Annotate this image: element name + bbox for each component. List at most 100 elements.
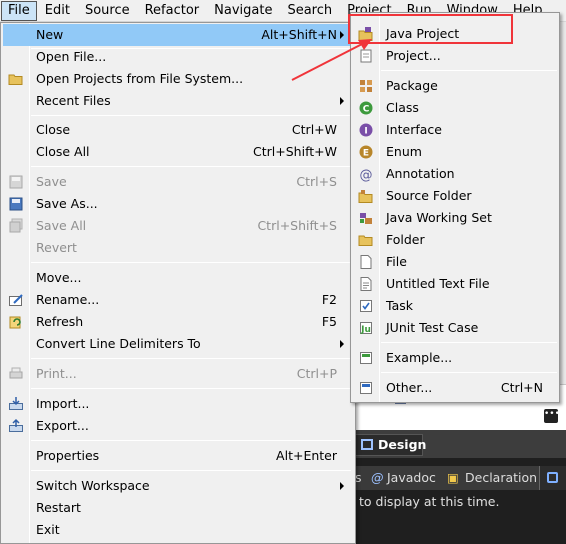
declaration-icon: ▣	[447, 470, 459, 485]
new-menu-class[interactable]: C Class	[353, 97, 557, 119]
annotation-highlight-box	[348, 14, 513, 44]
save-as-icon	[9, 197, 23, 211]
other-icon	[360, 382, 372, 394]
file-menu-refresh[interactable]: Refresh F5	[3, 311, 353, 333]
file-menu-exit[interactable]: Exit	[3, 519, 353, 541]
enum-icon: E	[359, 145, 373, 159]
new-menu-package[interactable]: Package	[353, 75, 557, 97]
example-icon	[360, 352, 372, 364]
file-menu-export[interactable]: Export...	[3, 415, 353, 437]
new-menu-java-working-set[interactable]: Java Working Set	[353, 207, 557, 229]
file-menu-close-all[interactable]: Close All Ctrl+Shift+W	[3, 141, 353, 163]
file-menu-rename[interactable]: Rename... F2	[3, 289, 353, 311]
panel-empty-message: to display at this time.	[359, 494, 500, 509]
svg-text:E: E	[363, 149, 369, 159]
menu-navigate[interactable]: Navigate	[207, 1, 279, 21]
refresh-icon	[9, 316, 21, 329]
editor-tab-bar: Design	[355, 430, 566, 458]
svg-text:Ju: Ju	[360, 325, 371, 335]
javadoc-icon: @	[371, 470, 384, 485]
svg-text:C: C	[363, 105, 370, 115]
file-menu-recent-files[interactable]: Recent Files	[3, 90, 353, 112]
file-menu-switch-workspace[interactable]: Switch Workspace	[3, 475, 353, 497]
file-menu-revert[interactable]: Revert	[3, 237, 353, 259]
new-menu-task[interactable]: Task	[353, 295, 557, 317]
menu-separator	[31, 388, 351, 389]
menu-separator	[31, 470, 351, 471]
menu-separator	[31, 166, 351, 167]
file-menu-new[interactable]: New Alt+Shift+N	[3, 24, 353, 46]
folder-icon	[8, 74, 23, 85]
source-folder-icon	[358, 190, 373, 203]
file-menu-open-file[interactable]: Open File...	[3, 46, 353, 68]
annotation-icon: @	[360, 168, 373, 182]
new-menu-untitled-text-file[interactable]: Untitled Text File	[353, 273, 557, 295]
file-menu-save[interactable]: Save Ctrl+S	[3, 171, 353, 193]
more-options-icon[interactable]: •••	[544, 409, 560, 423]
file-menu-convert-line-delimiters[interactable]: Convert Line Delimiters To	[3, 333, 353, 355]
view-tab-bar: s @ Javadoc ▣ Declaration	[355, 466, 566, 490]
text-file-icon	[360, 277, 372, 291]
new-menu-enum[interactable]: E Enum	[353, 141, 557, 163]
new-menu-source-folder[interactable]: Source Folder	[353, 185, 557, 207]
new-menu-example[interactable]: Example...	[353, 347, 557, 369]
tab-design[interactable]: Design	[355, 434, 427, 456]
project-icon	[360, 49, 372, 63]
console-icon	[547, 472, 558, 483]
svg-text:@: @	[360, 168, 373, 182]
print-icon	[9, 367, 23, 379]
menu-separator	[381, 70, 557, 71]
new-menu-file[interactable]: File	[353, 251, 557, 273]
file-menu-restart[interactable]: Restart	[3, 497, 353, 519]
menu-edit[interactable]: Edit	[38, 1, 77, 21]
file-menu-save-all[interactable]: Save All Ctrl+Shift+S	[3, 215, 353, 237]
file-menu-import[interactable]: Import...	[3, 393, 353, 415]
save-all-icon	[9, 218, 23, 233]
tab-declaration[interactable]: Declaration	[465, 470, 537, 485]
file-menu-open-projects[interactable]: Open Projects from File System...	[3, 68, 353, 90]
new-menu-folder[interactable]: Folder	[353, 229, 557, 251]
task-icon	[360, 300, 372, 312]
new-menu-project[interactable]: Project...	[353, 45, 557, 67]
new-menu-junit-test-case[interactable]: Ju JUnit Test Case	[353, 317, 557, 339]
svg-text:I: I	[364, 127, 367, 137]
file-icon	[360, 255, 372, 269]
menu-separator	[381, 372, 557, 373]
class-icon: C	[359, 101, 373, 115]
file-menu-move[interactable]: Move...	[3, 267, 353, 289]
menu-separator	[31, 262, 351, 263]
interface-icon: I	[359, 123, 373, 137]
submenu-arrow-icon	[340, 340, 344, 348]
menu-separator	[31, 115, 351, 116]
file-menu-properties[interactable]: Properties Alt+Enter	[3, 445, 353, 467]
file-menu-close[interactable]: Close Ctrl+W	[3, 119, 353, 141]
file-menu-save-as[interactable]: Save As...	[3, 193, 353, 215]
tab-javadoc[interactable]: Javadoc	[387, 470, 436, 485]
tab-console[interactable]	[539, 466, 566, 490]
bottom-panel: s @ Javadoc ▣ Declaration to display at …	[355, 458, 566, 544]
design-icon	[361, 439, 373, 450]
new-menu-other[interactable]: Other... Ctrl+N	[353, 377, 557, 399]
menu-search[interactable]: Search	[280, 1, 339, 21]
submenu-arrow-icon	[340, 97, 344, 105]
rename-icon	[9, 294, 23, 306]
menu-refactor[interactable]: Refactor	[138, 1, 207, 21]
menu-separator	[31, 358, 351, 359]
new-menu-annotation[interactable]: @ Annotation	[353, 163, 557, 185]
menu-separator	[31, 440, 351, 441]
export-icon	[9, 418, 23, 432]
new-menu-interface[interactable]: I Interface	[353, 119, 557, 141]
package-icon	[360, 80, 372, 92]
working-set-icon	[360, 213, 372, 224]
menu-file[interactable]: File	[1, 0, 37, 21]
design-tab-label: Design	[378, 437, 427, 452]
menu-source[interactable]: Source	[78, 1, 137, 21]
import-icon	[9, 397, 23, 410]
submenu-arrow-icon	[340, 31, 344, 39]
submenu-arrow-icon	[340, 482, 344, 490]
file-menu-print[interactable]: Print... Ctrl+P	[3, 363, 353, 385]
new-submenu: Java Project Project... Package C Class …	[350, 12, 560, 403]
menu-separator	[381, 342, 557, 343]
file-menu: New Alt+Shift+N Open File... Open Projec…	[0, 22, 356, 544]
save-icon	[9, 175, 23, 189]
